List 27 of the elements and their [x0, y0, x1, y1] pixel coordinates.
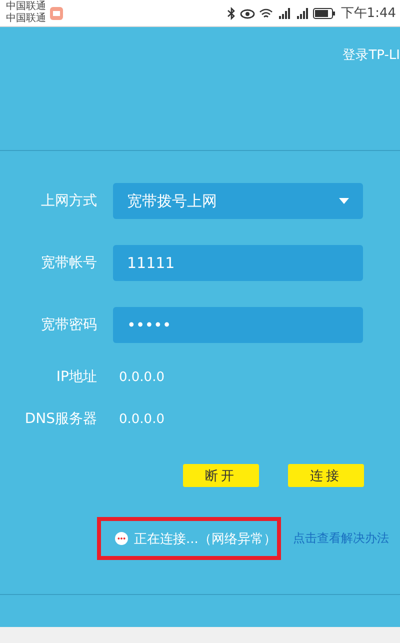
- action-button[interactable]: 连接: [288, 464, 364, 487]
- field-label: DNS服务器: [24, 410, 97, 428]
- more-icon: [115, 532, 128, 545]
- bluetooth-icon: [226, 6, 236, 20]
- field-label: 上网方式: [40, 192, 97, 210]
- input-field[interactable]: 11111: [113, 245, 363, 281]
- carrier-name: 中国联通: [6, 13, 46, 25]
- action-button[interactable]: 断开: [183, 464, 259, 487]
- help-link[interactable]: 点击查看解决办法: [293, 530, 389, 547]
- field-value: 0.0.0.0: [119, 412, 164, 426]
- caret-icon: [339, 198, 349, 204]
- app-notification-icon: [50, 6, 63, 20]
- dropdown-field[interactable]: 宽带拨号上网: [113, 183, 363, 219]
- field-label: 宽带密码: [40, 316, 97, 334]
- connection-status: 正在连接...（网络异常）: [97, 517, 281, 560]
- field-value: 0.0.0.0: [119, 370, 164, 384]
- field-label: 宽带帐号: [40, 254, 97, 272]
- signal-icon: [276, 7, 291, 19]
- battery-icon: [312, 8, 335, 18]
- input-field[interactable]: •••••: [113, 307, 363, 343]
- page-title: 登录TP-LI: [342, 47, 400, 64]
- field-label: IP地址: [55, 368, 97, 386]
- signal-icon: [294, 7, 309, 19]
- status-time: 下午1:44: [340, 5, 396, 22]
- wifi-icon: [258, 8, 273, 18]
- eye-icon: [240, 8, 255, 18]
- carrier-name: 中国联通: [6, 1, 46, 12]
